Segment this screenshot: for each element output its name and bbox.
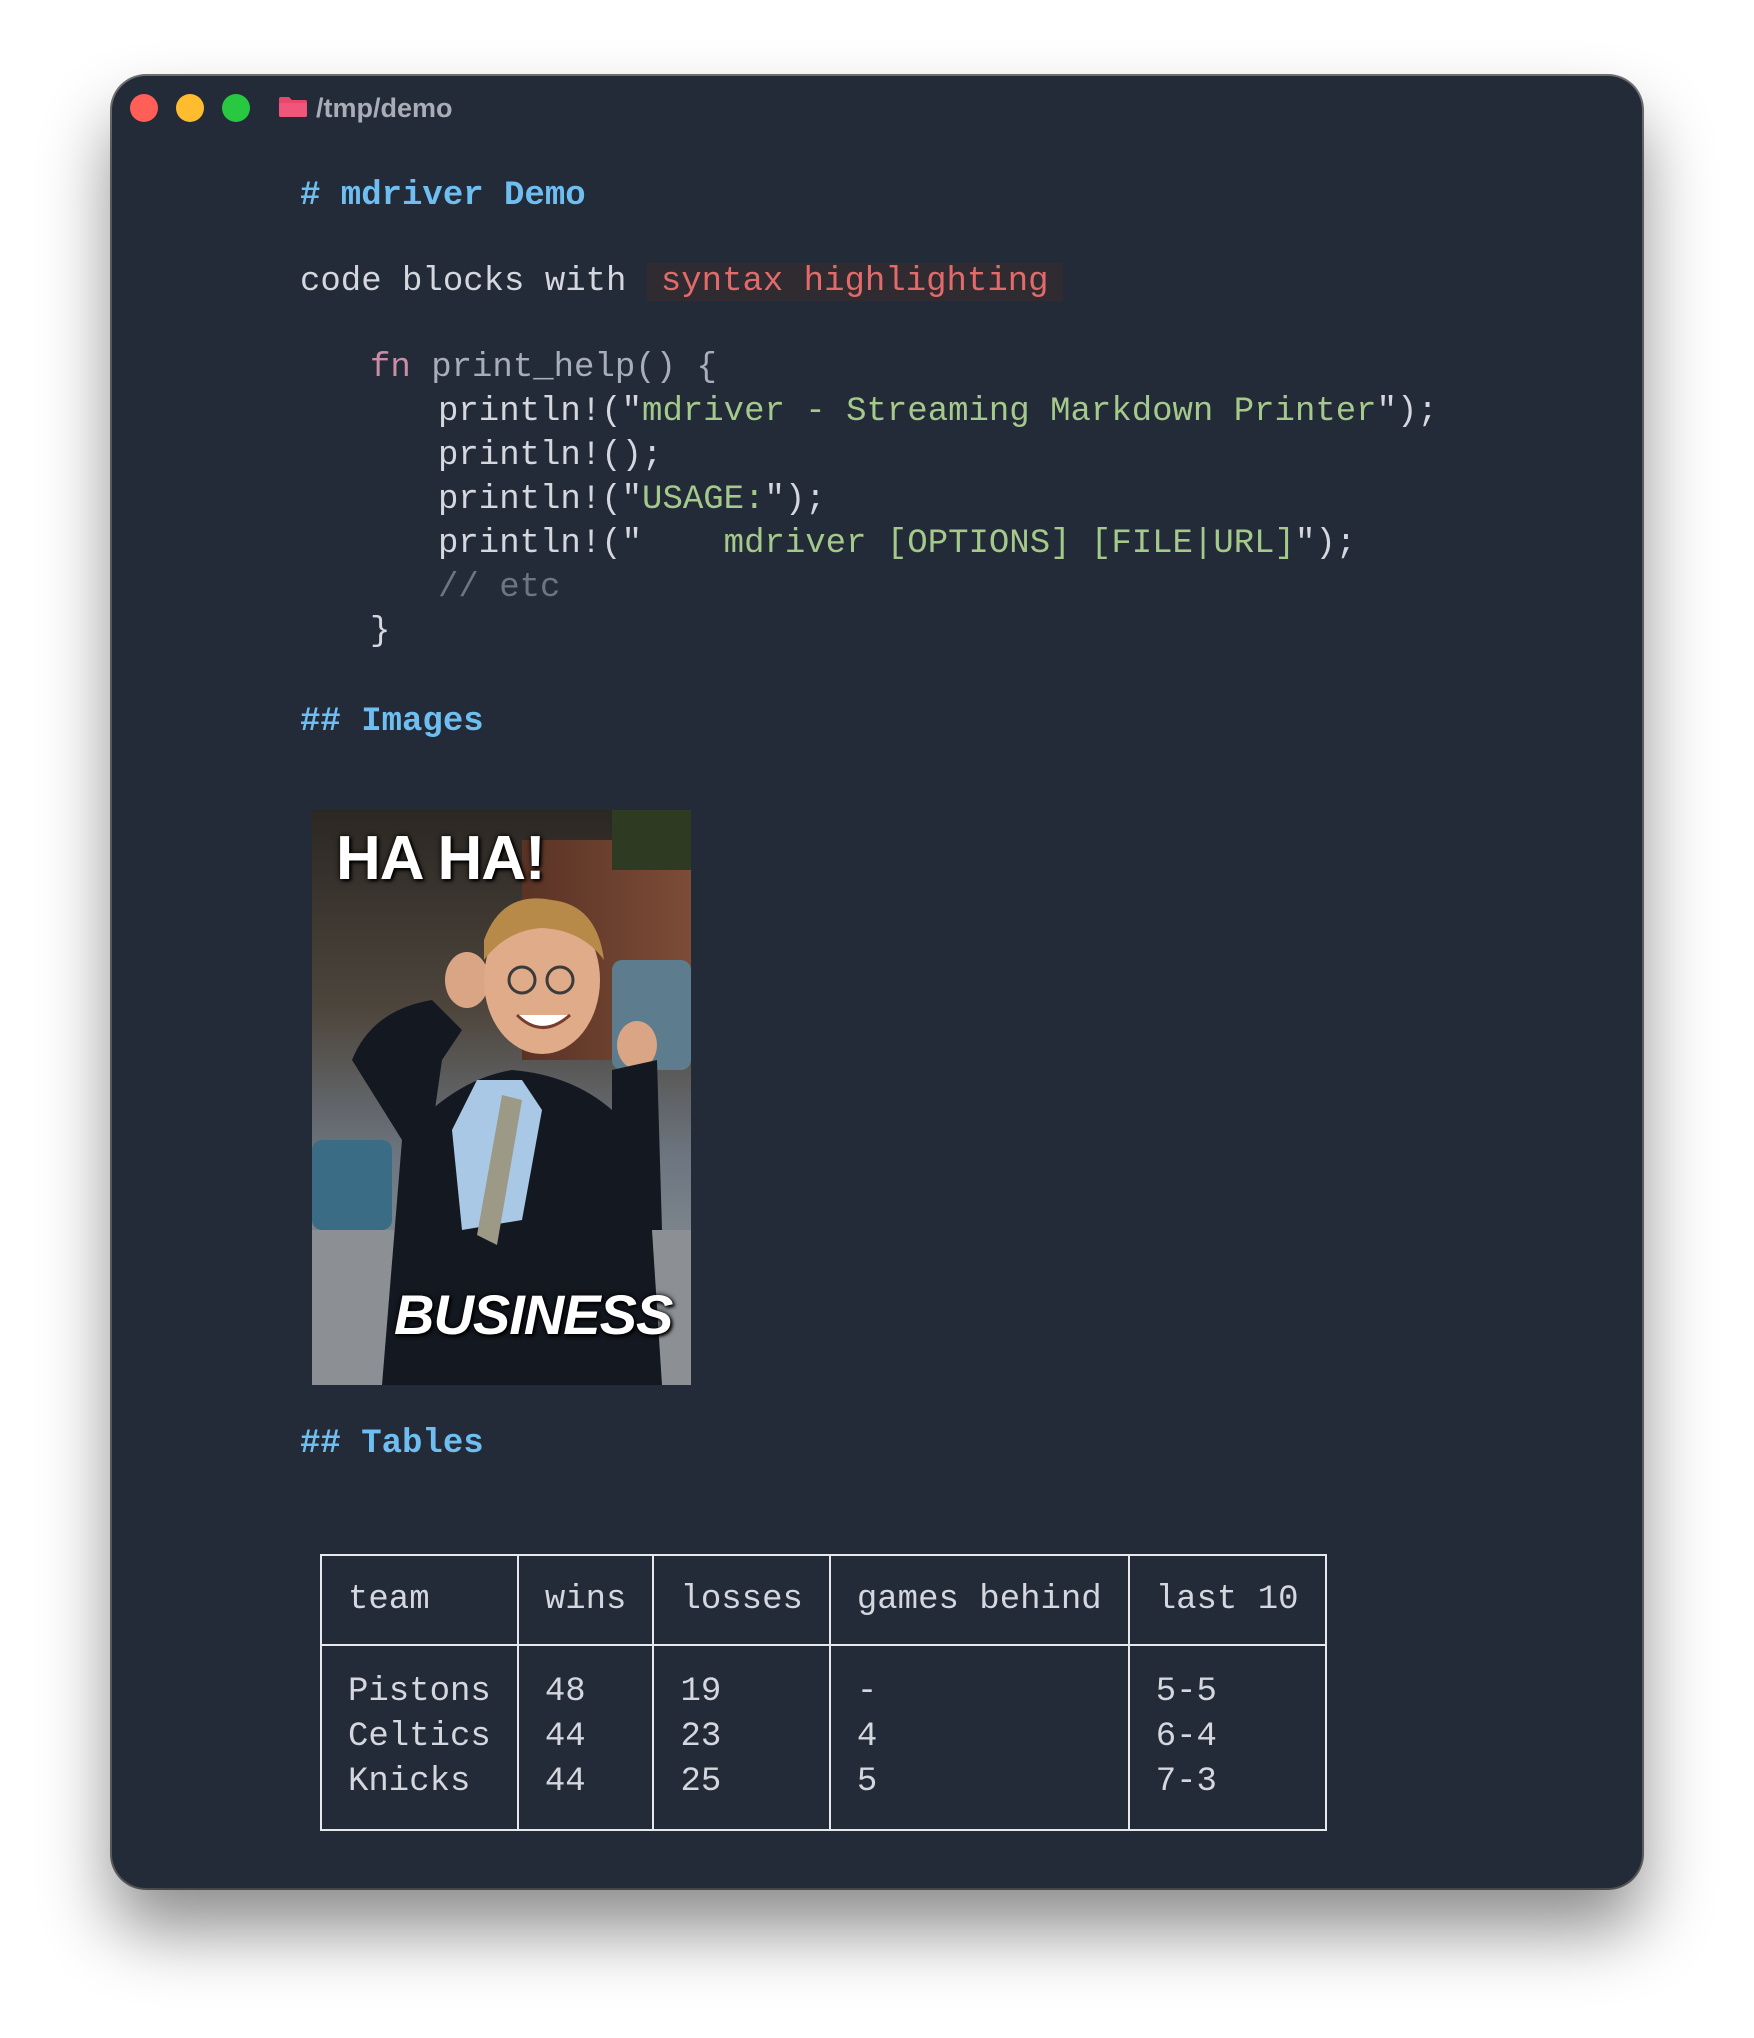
- table-header-row: team wins losses games behind last 10: [320, 1555, 1327, 1645]
- column-header-wins: wins: [516, 1555, 655, 1645]
- intro-text: code blocks with: [300, 263, 647, 301]
- table-row: Celtics 44 23 4 6-4: [320, 1715, 1327, 1760]
- meme-top-text: HA HA!: [336, 824, 546, 893]
- code-macro: println!(": [438, 393, 643, 431]
- table-cell: 4: [828, 1715, 1130, 1760]
- terminal-window: /tmp/demo # mdriver Demo code blocks wit…: [112, 76, 1642, 1888]
- table-cell: 48: [516, 1645, 655, 1715]
- code-line-4: println!("USAGE:");: [438, 478, 826, 523]
- table-row: Pistons 48 19 - 5-5: [320, 1645, 1327, 1715]
- code-punct: ");: [1376, 393, 1438, 431]
- heading-images: ## Images: [300, 703, 484, 741]
- table-cell: 44: [516, 1760, 655, 1830]
- table-cell: 25: [652, 1760, 831, 1830]
- code-line-1: fn print_help() {: [370, 346, 717, 391]
- code-line-2: println!("mdriver - Streaming Markdown P…: [438, 390, 1438, 435]
- code-string: mdriver [OPTIONS] [FILE|URL]: [642, 525, 1295, 563]
- table-cell: 44: [516, 1715, 655, 1760]
- table-cell: Celtics: [320, 1715, 519, 1760]
- code-macro: println!(": [438, 525, 643, 563]
- meme-image: HA HA! BUSINESS: [312, 810, 691, 1385]
- standings-table: team wins losses games behind last 10 Pi…: [320, 1554, 1327, 1831]
- code-macro: println!(": [438, 481, 643, 519]
- code-fn-signature: print_help() {: [410, 349, 717, 387]
- heading-h1: # mdriver Demo: [300, 177, 586, 215]
- table-cell: Knicks: [320, 1760, 519, 1830]
- code-punct: ");: [764, 481, 826, 519]
- table-cell: 5-5: [1127, 1645, 1327, 1715]
- table-cell: -: [828, 1645, 1130, 1715]
- column-header-losses: losses: [652, 1555, 831, 1645]
- column-header-team: team: [320, 1555, 519, 1645]
- code-line-3: println!();: [438, 437, 663, 475]
- meme-bottom-text: BUSINESS: [394, 1283, 673, 1346]
- table-cell: 5: [828, 1760, 1130, 1830]
- table-row: Knicks 44 25 5 7-3: [320, 1760, 1327, 1830]
- code-line-7: }: [370, 613, 391, 651]
- heading-tables: ## Tables: [300, 1425, 484, 1463]
- column-header-games-behind: games behind: [828, 1555, 1130, 1645]
- intro-paragraph: code blocks with syntax highlighting: [300, 260, 1063, 305]
- table-cell: 6-4: [1127, 1715, 1327, 1760]
- table-cell: Pistons: [320, 1645, 519, 1715]
- code-string: mdriver - Streaming Markdown Printer: [642, 393, 1377, 431]
- inline-code: syntax highlighting: [646, 263, 1063, 301]
- code-line-5: println!(" mdriver [OPTIONS] [FILE|URL]"…: [438, 522, 1356, 567]
- table-cell: 23: [652, 1715, 831, 1760]
- code-punct: ");: [1294, 525, 1357, 563]
- code-keyword: fn: [370, 349, 411, 387]
- code-string: USAGE:: [642, 481, 765, 519]
- table-cell: 7-3: [1127, 1760, 1327, 1830]
- table-cell: 19: [652, 1645, 831, 1715]
- column-header-last-10: last 10: [1127, 1555, 1327, 1645]
- code-comment: // etc: [438, 569, 561, 607]
